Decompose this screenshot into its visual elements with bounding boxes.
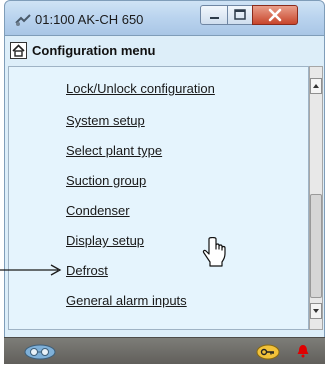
configuration-header: Configuration menu	[10, 40, 321, 64]
minimize-icon	[210, 17, 219, 19]
minimize-button[interactable]	[200, 5, 228, 25]
application-window: 01:100 AK-CH 650 Configuration menu Lock…	[0, 0, 329, 386]
scroll-up-icon	[313, 84, 319, 88]
hand-cursor-icon	[200, 236, 228, 269]
scroll-down-button[interactable]	[310, 303, 322, 319]
connection-icon	[15, 13, 31, 27]
vertical-scrollbar[interactable]	[309, 66, 323, 330]
close-button[interactable]	[252, 5, 298, 25]
page-title: Configuration menu	[32, 43, 156, 58]
maximize-button[interactable]	[227, 5, 253, 25]
bell-icon[interactable]	[296, 344, 310, 358]
menu-item-general-alarm-inputs[interactable]: General alarm inputs	[66, 293, 187, 308]
arrow-icon	[0, 262, 66, 278]
menu-item-condenser[interactable]: Condenser	[66, 203, 130, 218]
window-title: 01:100 AK-CH 650	[35, 12, 144, 27]
status-toolbar	[4, 337, 325, 364]
menu-item-defrost[interactable]: Defrost	[66, 263, 108, 278]
menu-panel	[8, 66, 309, 330]
scroll-up-button[interactable]	[310, 78, 322, 94]
menu-item-system-setup[interactable]: System setup	[66, 113, 145, 128]
scroll-down-icon	[313, 309, 319, 313]
menu-item-display-setup[interactable]: Display setup	[66, 233, 144, 248]
maximize-icon	[234, 9, 246, 20]
close-icon	[268, 8, 282, 22]
menu-item-select-plant-type[interactable]: Select plant type	[66, 143, 162, 158]
menu-item-suction-group[interactable]: Suction group	[66, 173, 146, 188]
title-bar[interactable]: 01:100 AK-CH 650	[4, 0, 325, 36]
home-icon[interactable]	[10, 42, 27, 59]
key-icon[interactable]	[256, 344, 280, 360]
glasses-icon[interactable]	[24, 344, 56, 360]
scrollbar-thumb[interactable]	[310, 194, 322, 298]
menu-item-lock-unlock-configuration[interactable]: Lock/Unlock configuration	[66, 81, 215, 96]
